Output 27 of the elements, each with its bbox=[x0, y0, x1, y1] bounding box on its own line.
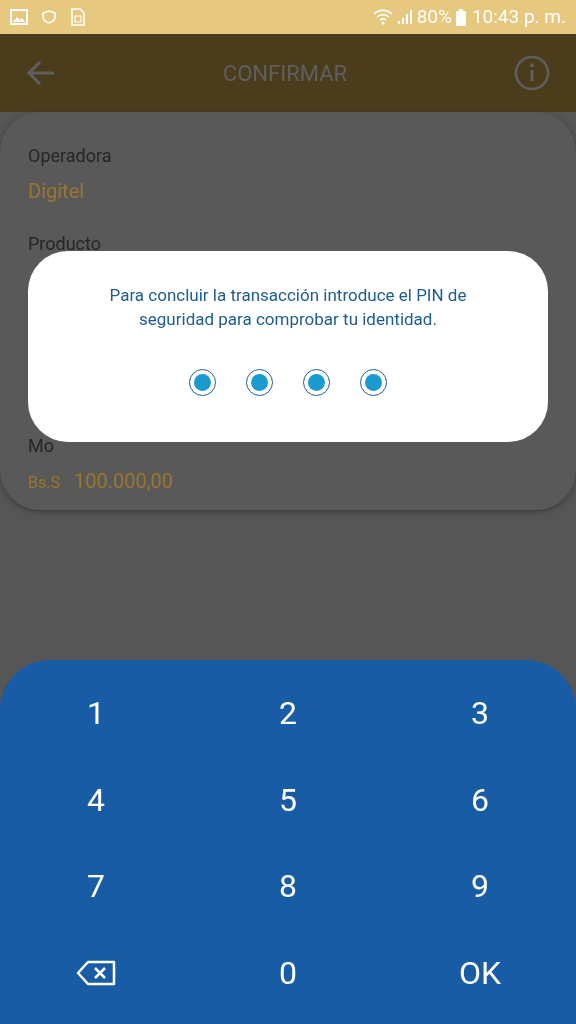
screen-title: CONFIRMAR bbox=[222, 59, 348, 88]
digit-key[interactable]: 1 bbox=[0, 670, 192, 757]
field-value: Digitel bbox=[28, 178, 85, 205]
digit-key[interactable]: 2 bbox=[192, 670, 384, 757]
shield-icon bbox=[42, 10, 56, 24]
info-icon[interactable] bbox=[514, 55, 550, 91]
back-arrow-icon[interactable] bbox=[26, 60, 56, 86]
image-icon bbox=[10, 9, 28, 25]
battery-percentage: 80% bbox=[416, 3, 452, 30]
digit-key[interactable]: 5 bbox=[192, 756, 384, 843]
digit-key[interactable]: 3 bbox=[384, 670, 576, 757]
currency-label: Bs.S bbox=[28, 472, 60, 494]
battery-icon bbox=[455, 8, 466, 26]
signal-icon bbox=[396, 9, 413, 25]
wifi-icon bbox=[372, 9, 393, 25]
clock: 10:43 p. m. bbox=[471, 3, 566, 30]
digit-key[interactable]: 4 bbox=[0, 756, 192, 843]
digit-key[interactable]: 0 bbox=[192, 929, 384, 1016]
backspace-icon bbox=[76, 959, 116, 986]
digit-key[interactable]: 8 bbox=[192, 843, 384, 930]
digit-key[interactable]: 9 bbox=[384, 843, 576, 930]
dialog-message: Para concluir la transacción introduce el PIN de seguridad para comprobar tu identidad. bbox=[108, 284, 468, 331]
sim-card-icon bbox=[70, 8, 86, 26]
field-value: 100.000,00 bbox=[73, 468, 174, 495]
digit-key[interactable]: 6 bbox=[384, 756, 576, 843]
ok-button[interactable]: OK bbox=[384, 929, 576, 1016]
digit-key[interactable]: 7 bbox=[0, 843, 192, 930]
